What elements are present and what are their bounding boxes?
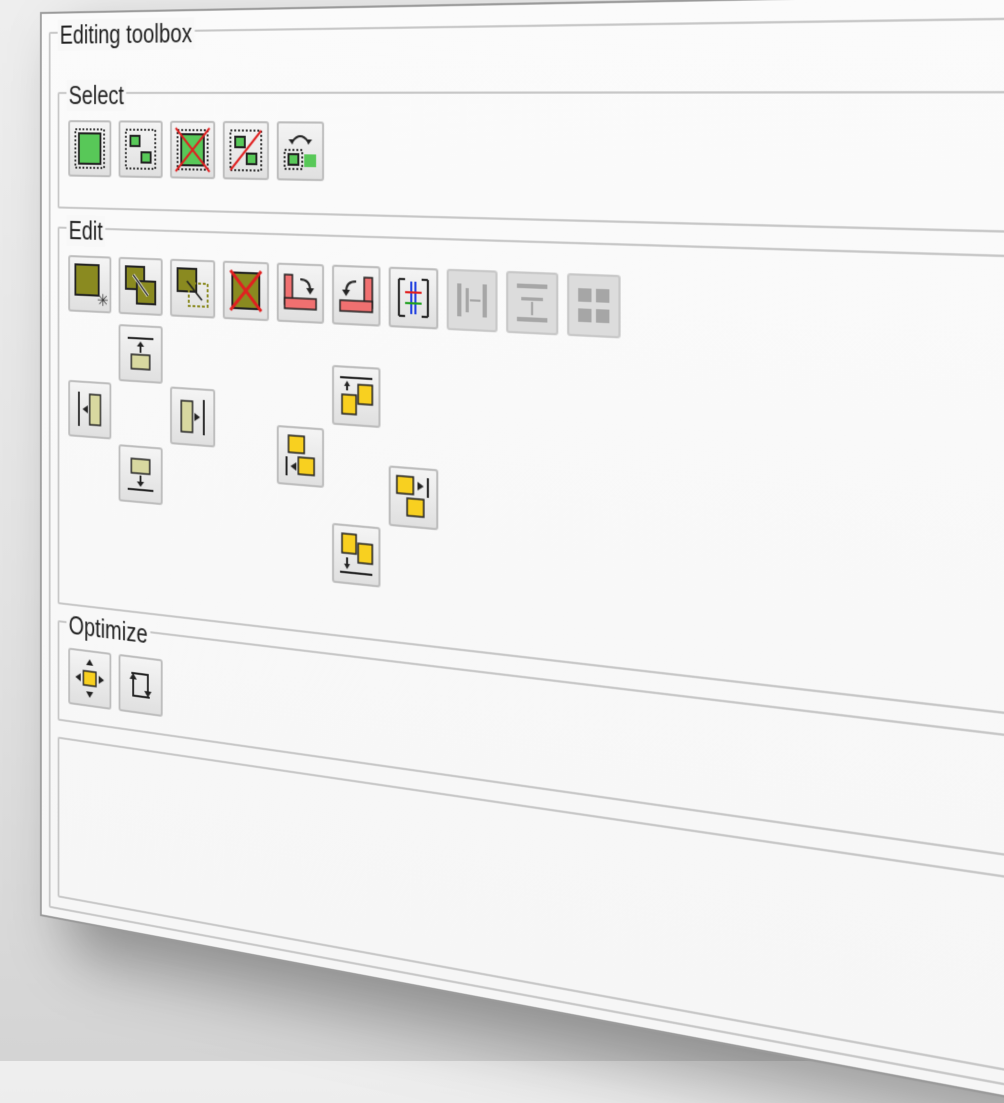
add-element-button[interactable]: ✳: [68, 255, 111, 313]
mirror-icon: [393, 272, 434, 324]
distribute-vertical-icon: [510, 277, 553, 330]
select-group-label: Select: [66, 80, 126, 112]
stack-bottom-icon: [336, 529, 376, 582]
stack-right-icon: [393, 471, 434, 524]
editing-toolbox-title: Editing toolbox: [58, 17, 195, 51]
stack-bottom-button[interactable]: [332, 523, 380, 588]
move-arrows-icon: [72, 653, 108, 704]
rotate-left-button[interactable]: [332, 265, 380, 327]
optimize-rotation-button[interactable]: [119, 654, 163, 717]
move-element-button[interactable]: [119, 257, 163, 316]
add-element-icon: ✳: [72, 260, 108, 308]
select-multiple-icon: [122, 126, 159, 173]
align-top-button[interactable]: [119, 324, 163, 384]
distribute-vertical-button[interactable]: [506, 271, 558, 336]
stack-left-icon: [281, 431, 320, 483]
grid-icon: [572, 279, 617, 333]
deselect-all-button[interactable]: [170, 121, 215, 179]
rotate-left-icon: [336, 270, 376, 321]
grid-arrange-button[interactable]: [567, 273, 621, 338]
resize-element-button[interactable]: [170, 259, 215, 319]
optimize-position-button[interactable]: [68, 648, 111, 710]
distribute-horizontal-button[interactable]: [447, 269, 498, 333]
align-left-button[interactable]: [68, 380, 111, 440]
distribute-horizontal-icon: [451, 274, 493, 326]
resize-element-icon: [174, 264, 212, 313]
align-right-icon: [174, 392, 212, 442]
align-left-icon: [72, 385, 108, 434]
align-top-icon: [122, 329, 159, 378]
swap-selection-icon: [281, 127, 320, 176]
stage: Editing toolbox Select: [0, 0, 1004, 1061]
select-group: Select: [58, 91, 1004, 233]
select-all-icon: [72, 125, 108, 172]
edit-group-label: Edit: [66, 215, 105, 248]
deselect-multiple-button[interactable]: [223, 121, 269, 180]
move-element-icon: [122, 262, 159, 311]
delete-element-icon: [227, 266, 265, 316]
stack-top-icon: [336, 370, 376, 422]
select-multiple-button[interactable]: [119, 120, 163, 178]
mirror-button[interactable]: [389, 267, 439, 330]
align-bottom-button[interactable]: [119, 444, 163, 505]
rotate-right-icon: [281, 268, 320, 318]
invert-selection-button[interactable]: [277, 121, 324, 181]
stack-left-button[interactable]: [277, 425, 324, 488]
align-right-button[interactable]: [170, 386, 215, 447]
deselect-all-icon: [174, 126, 212, 174]
editing-toolbox-panel: Editing toolbox Select: [40, 0, 1004, 1103]
stack-right-button[interactable]: [389, 465, 439, 530]
select-all-button[interactable]: [68, 120, 111, 177]
rotate-right-button[interactable]: [277, 263, 324, 324]
svg-text:✳: ✳: [97, 290, 108, 308]
deselect-multiple-icon: [227, 126, 265, 175]
stack-top-button[interactable]: [332, 365, 380, 428]
cycle-arrows-icon: [122, 659, 159, 711]
align-bottom-icon: [122, 450, 159, 500]
delete-element-button[interactable]: [223, 261, 269, 322]
